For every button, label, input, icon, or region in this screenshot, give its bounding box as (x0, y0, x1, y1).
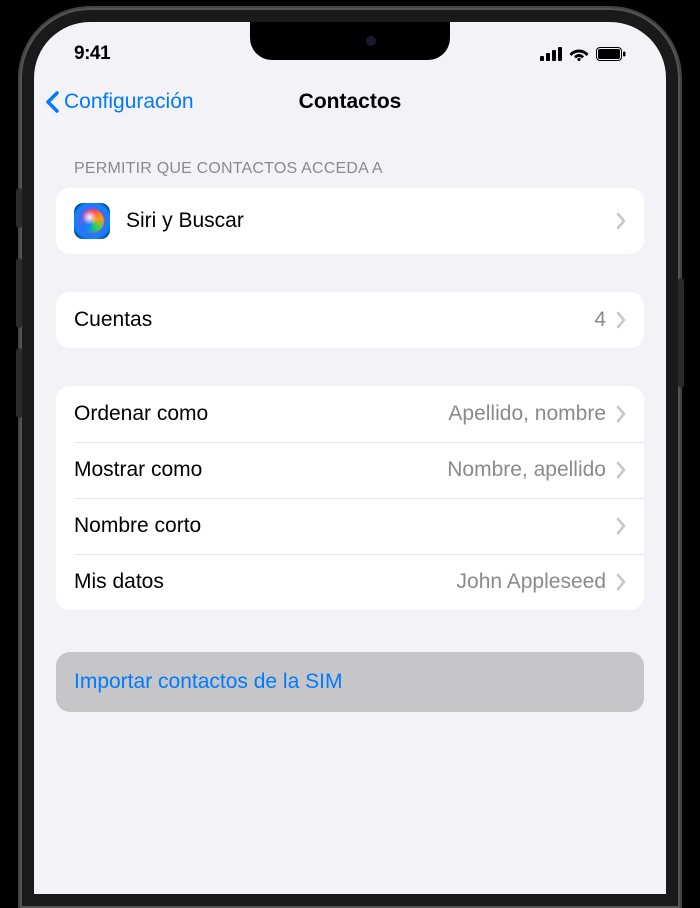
row-label: Mis datos (74, 570, 457, 594)
side-button (678, 278, 684, 388)
group-access: Siri y Buscar (56, 188, 644, 254)
notch (250, 22, 450, 60)
row-siri-search[interactable]: Siri y Buscar (56, 188, 644, 254)
nav-bar: Configuración Contactos (34, 76, 666, 132)
row-import-sim[interactable]: Importar contactos de la SIM (56, 652, 644, 712)
row-label: Mostrar como (74, 458, 447, 482)
back-button[interactable]: Configuración (44, 90, 194, 114)
chevron-right-icon (616, 212, 626, 230)
row-my-info[interactable]: Mis datos John Appleseed (56, 554, 644, 610)
page-title: Contactos (299, 90, 402, 114)
chevron-right-icon (616, 517, 626, 535)
group-display-settings: Ordenar como Apellido, nombre Mostrar co… (56, 386, 644, 610)
content: Permitir que Contactos acceda a Siri y B… (34, 132, 666, 712)
chevron-right-icon (616, 311, 626, 329)
row-label: Ordenar como (74, 402, 448, 426)
row-accounts[interactable]: Cuentas 4 (56, 292, 644, 348)
back-label: Configuración (64, 90, 194, 114)
chevron-right-icon (616, 405, 626, 423)
side-button (16, 258, 22, 328)
row-value: 4 (594, 308, 606, 332)
cellular-icon (540, 47, 562, 61)
group-import: Importar contactos de la SIM (56, 652, 644, 712)
chevron-right-icon (616, 573, 626, 591)
chevron-left-icon (44, 90, 60, 114)
row-sort-order[interactable]: Ordenar como Apellido, nombre (56, 386, 644, 442)
section-header: Permitir que Contactos acceda a (56, 132, 644, 188)
side-button (16, 188, 22, 228)
status-icons (540, 47, 626, 61)
row-label: Nombre corto (74, 514, 616, 538)
phone-screen: 9:41 (34, 22, 666, 894)
row-value: John Appleseed (457, 570, 606, 594)
row-label: Cuentas (74, 308, 594, 332)
row-value: Nombre, apellido (447, 458, 606, 482)
battery-icon (596, 47, 626, 61)
group-accounts: Cuentas 4 (56, 292, 644, 348)
row-display-order[interactable]: Mostrar como Nombre, apellido (56, 442, 644, 498)
wifi-icon (569, 47, 589, 61)
status-time: 9:41 (74, 43, 110, 65)
row-label: Siri y Buscar (126, 209, 616, 233)
row-value: Apellido, nombre (448, 402, 606, 426)
side-button (16, 348, 22, 418)
action-label: Importar contactos de la SIM (74, 670, 626, 694)
siri-icon (74, 203, 110, 239)
row-short-name[interactable]: Nombre corto (56, 498, 644, 554)
phone-frame: 9:41 (20, 8, 680, 908)
chevron-right-icon (616, 461, 626, 479)
